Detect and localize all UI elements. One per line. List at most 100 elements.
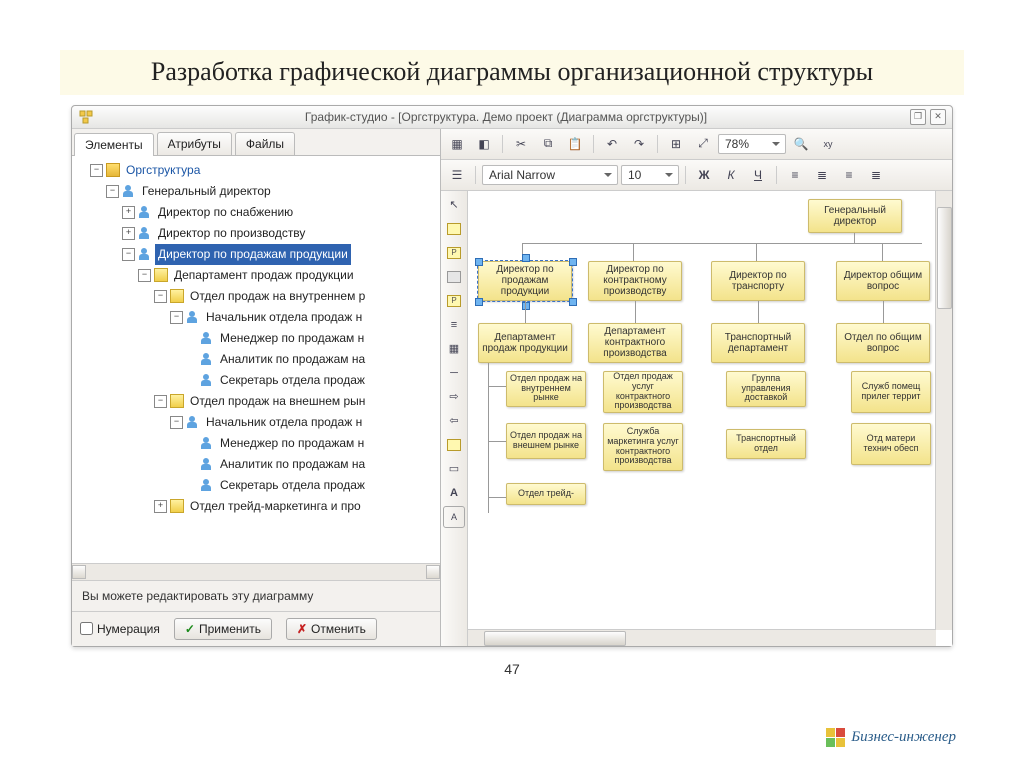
- button-bar: Нумерация ✓Применить ✗Отменить: [72, 611, 440, 646]
- expander-icon[interactable]: +: [122, 227, 135, 240]
- org-node[interactable]: Директор общим вопрос: [836, 261, 930, 301]
- align-justify-icon[interactable]: ≣: [864, 163, 888, 187]
- org-node[interactable]: Департамент контрактного производства: [588, 323, 682, 363]
- tree-item[interactable]: Начальник отдела продаж н: [203, 307, 365, 328]
- tree-item[interactable]: Директор по снабжению: [155, 202, 296, 223]
- shape-rect-p[interactable]: P: [443, 242, 465, 264]
- paste-icon[interactable]: 📋: [563, 132, 587, 156]
- org-node[interactable]: Департамент продаж продукции: [478, 323, 572, 363]
- tree-item-selected[interactable]: Директор по продажам продукции: [155, 244, 351, 265]
- tab-elements[interactable]: Элементы: [74, 133, 154, 156]
- org-node[interactable]: Отдел продаж на внешнем рынке: [506, 423, 586, 459]
- tree-item[interactable]: Отдел трейд-маркетинга и про: [187, 496, 364, 517]
- org-node[interactable]: Отдел продаж на внутреннем рынке: [506, 371, 586, 407]
- org-node[interactable]: Отдел по общим вопрос: [836, 323, 930, 363]
- expander-icon[interactable]: +: [154, 500, 167, 513]
- align-center-icon[interactable]: ≣: [810, 163, 834, 187]
- org-node[interactable]: Транспортный отдел: [726, 429, 806, 459]
- tree-item[interactable]: Менеджер по продажам н: [217, 328, 367, 349]
- text-tool[interactable]: A: [443, 482, 465, 504]
- tree-item[interactable]: Департамент продаж продукции: [171, 265, 357, 286]
- expander-icon[interactable]: −: [154, 395, 167, 408]
- shape-rect[interactable]: [443, 218, 465, 240]
- org-node[interactable]: Директор по контрактному производству: [588, 261, 682, 301]
- expander-icon[interactable]: −: [138, 269, 151, 282]
- numbering-checkbox[interactable]: Нумерация: [80, 622, 160, 636]
- underline-button[interactable]: Ч: [746, 163, 770, 187]
- folder-icon: [170, 394, 184, 408]
- expander-icon[interactable]: −: [90, 164, 103, 177]
- tree-view[interactable]: −Оргструктура −Генеральный директор +Дир…: [72, 156, 440, 563]
- org-node[interactable]: Отдел трейд-: [506, 483, 586, 505]
- org-node[interactable]: Транспортный департамент: [711, 323, 805, 363]
- tree-item[interactable]: Генеральный директор: [139, 181, 274, 202]
- zoom-combo[interactable]: 78%: [718, 134, 786, 154]
- person-icon: [186, 415, 200, 429]
- close-icon[interactable]: ✕: [930, 109, 946, 125]
- shape-grid[interactable]: ▦: [443, 338, 465, 360]
- shape-arrow-r[interactable]: ⇨: [443, 386, 465, 408]
- apply-button[interactable]: ✓Применить: [174, 618, 272, 640]
- layers-icon[interactable]: ☰: [445, 163, 469, 187]
- tree-item[interactable]: Оргструктура: [123, 160, 203, 181]
- align-left-icon[interactable]: ≡: [783, 163, 807, 187]
- expander-icon[interactable]: −: [170, 311, 183, 324]
- copy-icon[interactable]: ⧉: [536, 132, 560, 156]
- italic-button[interactable]: К: [719, 163, 743, 187]
- tree-item[interactable]: Аналитик по продажам на: [217, 454, 368, 475]
- org-node[interactable]: Отд матери технич обесп: [851, 423, 931, 465]
- person-icon: [200, 373, 214, 387]
- cancel-button[interactable]: ✗Отменить: [286, 618, 377, 640]
- tree-item[interactable]: Секретарь отдела продаж: [217, 475, 368, 496]
- text-box-tool[interactable]: A: [443, 506, 465, 528]
- tab-attributes[interactable]: Атрибуты: [157, 132, 232, 155]
- diagram-canvas[interactable]: Генеральный директор Директор по продажа…: [468, 191, 936, 630]
- zoom-in-icon[interactable]: ⤢: [691, 132, 715, 156]
- org-node-selected[interactable]: Директор по продажам продукции: [478, 261, 572, 301]
- tree-item[interactable]: Директор по производству: [155, 223, 308, 244]
- expander-icon[interactable]: −: [106, 185, 119, 198]
- tab-files[interactable]: Файлы: [235, 132, 295, 155]
- canvas-hscrollbar[interactable]: [468, 629, 936, 646]
- expander-icon[interactable]: −: [154, 290, 167, 303]
- bold-button[interactable]: Ж: [692, 163, 716, 187]
- undo-icon[interactable]: ↶: [600, 132, 624, 156]
- shape-dash[interactable]: ─: [443, 362, 465, 384]
- tree-item[interactable]: Секретарь отдела продаж: [217, 370, 368, 391]
- org-node[interactable]: Служба маркетинга услуг контрактного про…: [603, 423, 683, 471]
- shape-rect-p2[interactable]: P: [443, 290, 465, 312]
- expander-icon[interactable]: −: [170, 416, 183, 429]
- tree-item[interactable]: Менеджер по продажам н: [217, 433, 367, 454]
- shape-lines[interactable]: ≡: [443, 314, 465, 336]
- pointer-tool[interactable]: ↖: [443, 194, 465, 216]
- palette-icon[interactable]: ◧: [472, 132, 496, 156]
- grid-icon[interactable]: ▦: [445, 132, 469, 156]
- canvas-vscrollbar[interactable]: [935, 191, 952, 630]
- expander-icon[interactable]: −: [122, 248, 135, 261]
- shape-arrow-l[interactable]: ⇦: [443, 410, 465, 432]
- tree-item[interactable]: Начальник отдела продаж н: [203, 412, 365, 433]
- tree-item[interactable]: Отдел продаж на внешнем рын: [187, 391, 368, 412]
- tree-item[interactable]: Отдел продаж на внутреннем р: [187, 286, 368, 307]
- org-node[interactable]: Группа управления доставкой: [726, 371, 806, 407]
- tree-item[interactable]: Аналитик по продажам на: [217, 349, 368, 370]
- xy-icon[interactable]: xy: [816, 132, 840, 156]
- org-node[interactable]: Генеральный директор: [808, 199, 902, 233]
- expander-icon[interactable]: +: [122, 206, 135, 219]
- tree-hscrollbar[interactable]: [72, 563, 440, 580]
- redo-icon[interactable]: ↷: [627, 132, 651, 156]
- zoom-icon[interactable]: 🔍: [789, 132, 813, 156]
- align-right-icon[interactable]: ≡: [837, 163, 861, 187]
- restore-icon[interactable]: ❐: [910, 109, 926, 125]
- font-combo[interactable]: Arial Narrow: [482, 165, 618, 185]
- zoom-fit-icon[interactable]: ⊞: [664, 132, 688, 156]
- shape-folder[interactable]: [443, 434, 465, 456]
- shape-rect-gray[interactable]: [443, 266, 465, 288]
- cut-icon[interactable]: ✂: [509, 132, 533, 156]
- fontsize-combo[interactable]: 10: [621, 165, 679, 185]
- org-node[interactable]: Отдел продаж услуг контрактного производ…: [603, 371, 683, 413]
- person-icon: [200, 478, 214, 492]
- shape-doc[interactable]: ▭: [443, 458, 465, 480]
- org-node[interactable]: Директор по транспорту: [711, 261, 805, 301]
- org-node[interactable]: Служб помещ прилег террит: [851, 371, 931, 413]
